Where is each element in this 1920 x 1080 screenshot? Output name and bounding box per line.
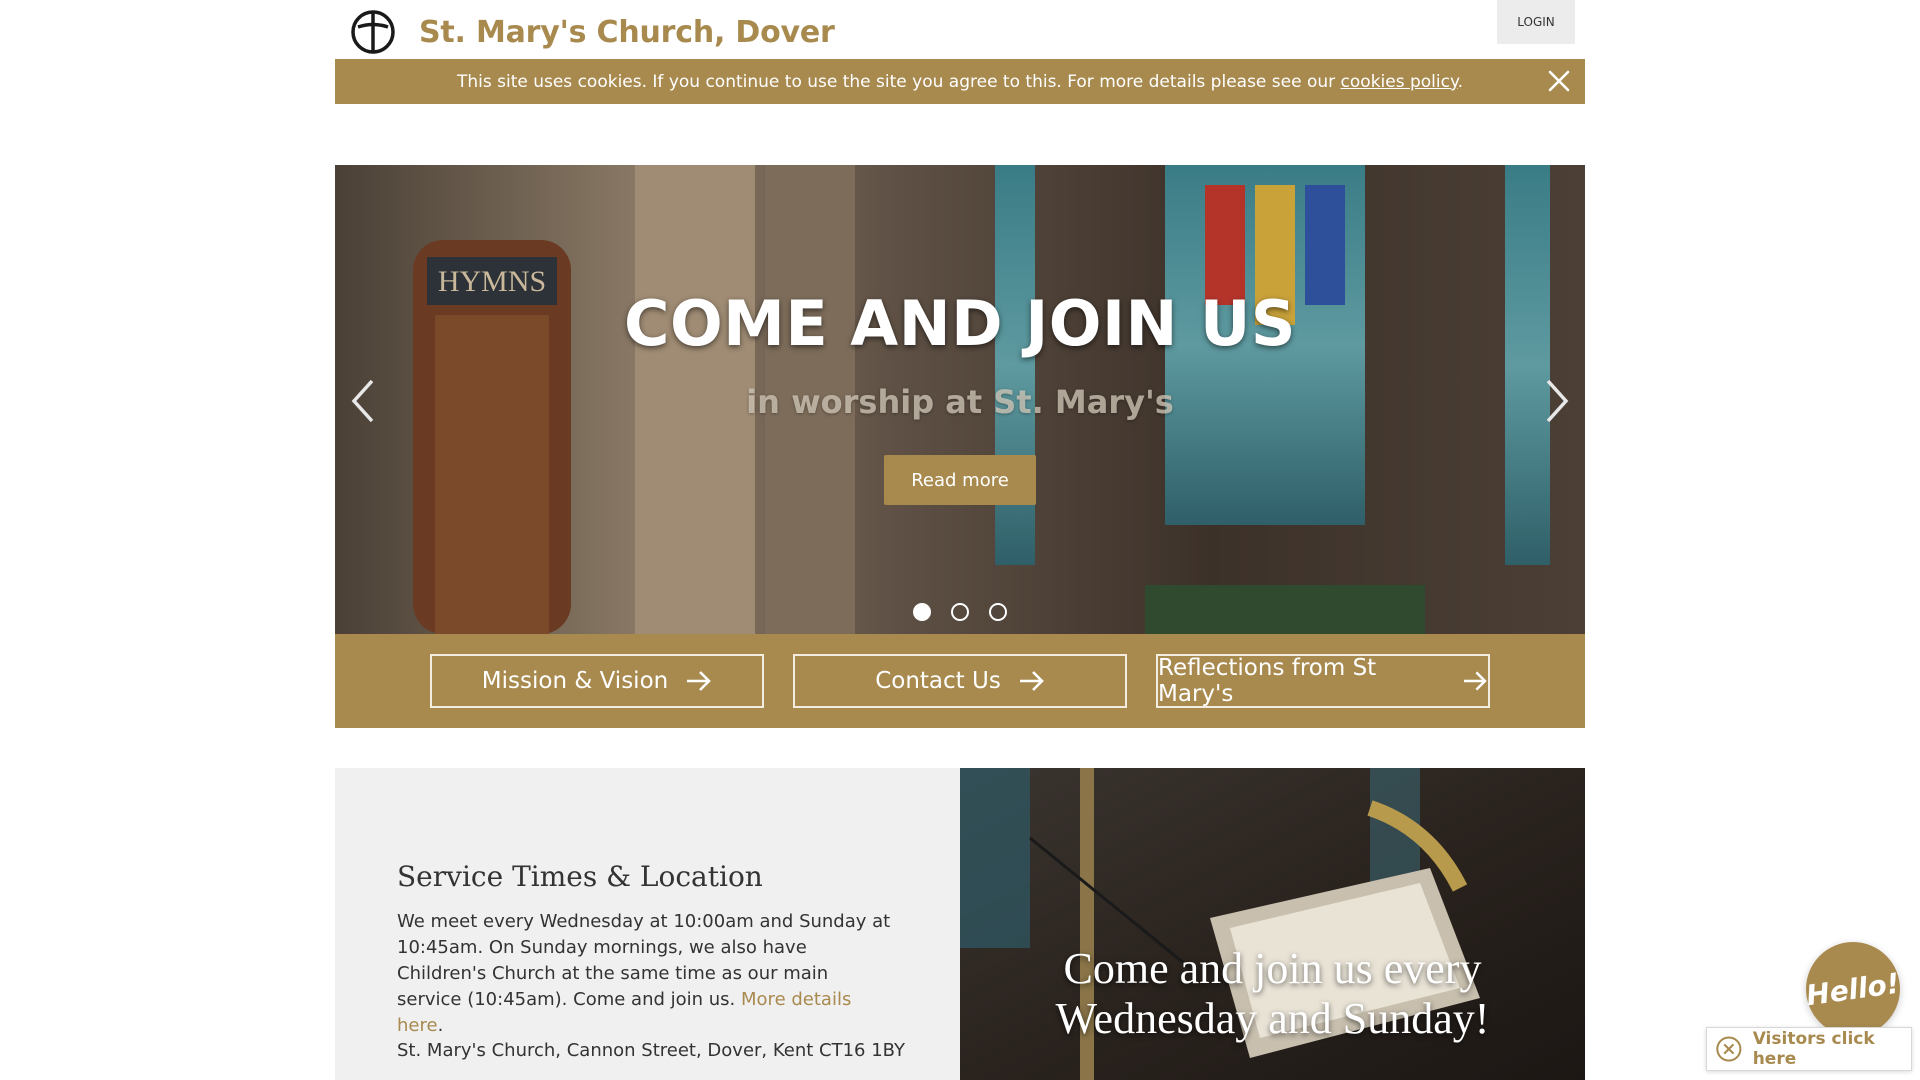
church-logo[interactable] bbox=[346, 4, 400, 62]
service-times-section: Service Times & Location We meet every W… bbox=[335, 768, 960, 1080]
cookie-banner: This site uses cookies. If you continue … bbox=[335, 59, 1585, 104]
join-us-text: Come and join us every Wednesday and Sun… bbox=[1055, 944, 1490, 1043]
close-circle-icon[interactable] bbox=[1715, 1034, 1743, 1064]
join-us-panel: Come and join us every Wednesday and Sun… bbox=[960, 768, 1585, 1080]
arrow-right-icon bbox=[687, 671, 712, 691]
chevron-left-icon[interactable] bbox=[343, 373, 383, 429]
reflections-button[interactable]: Reflections from St Mary's bbox=[1156, 654, 1490, 708]
hero-title: COME AND JOIN US bbox=[623, 287, 1297, 360]
hero-carousel: HYMNS COME AND JOIN US in worship at St.… bbox=[335, 165, 1585, 634]
quick-links-band: Mission & Vision Contact Us Reflections … bbox=[335, 634, 1585, 728]
arrow-right-icon bbox=[1464, 671, 1487, 691]
mission-vision-button[interactable]: Mission & Vision bbox=[430, 654, 764, 708]
read-more-button[interactable]: Read more bbox=[884, 455, 1036, 505]
close-icon[interactable] bbox=[1543, 65, 1575, 97]
carousel-dot[interactable] bbox=[989, 603, 1007, 621]
service-heading: Service Times & Location bbox=[397, 860, 763, 893]
cookies-policy-link[interactable]: cookies policy bbox=[1341, 72, 1458, 92]
site-title[interactable]: St. Mary's Church, Dover bbox=[419, 15, 835, 50]
carousel-dot[interactable] bbox=[951, 603, 969, 621]
cross-circle-icon bbox=[351, 10, 395, 54]
site-header: St. Mary's Church, Dover LOGIN bbox=[335, 0, 1585, 62]
login-button[interactable]: LOGIN bbox=[1497, 0, 1575, 44]
arrow-right-icon bbox=[1019, 671, 1044, 691]
church-address: St. Mary's Church, Cannon Street, Dover,… bbox=[397, 1040, 906, 1061]
carousel-dot[interactable] bbox=[913, 603, 931, 621]
cookie-text: This site uses cookies. If you continue … bbox=[456, 71, 1464, 92]
carousel-indicators bbox=[335, 603, 1585, 621]
service-paragraph: We meet every Wednesday at 10:00am and S… bbox=[397, 911, 891, 1036]
contact-us-button[interactable]: Contact Us bbox=[793, 654, 1127, 708]
hello-chat-button[interactable]: Hello! bbox=[1804, 942, 1902, 1036]
hero-subtitle: in worship at St. Mary's bbox=[746, 383, 1174, 421]
visitors-button[interactable]: Visitors click here bbox=[1706, 1027, 1912, 1071]
chevron-right-icon[interactable] bbox=[1537, 373, 1577, 429]
